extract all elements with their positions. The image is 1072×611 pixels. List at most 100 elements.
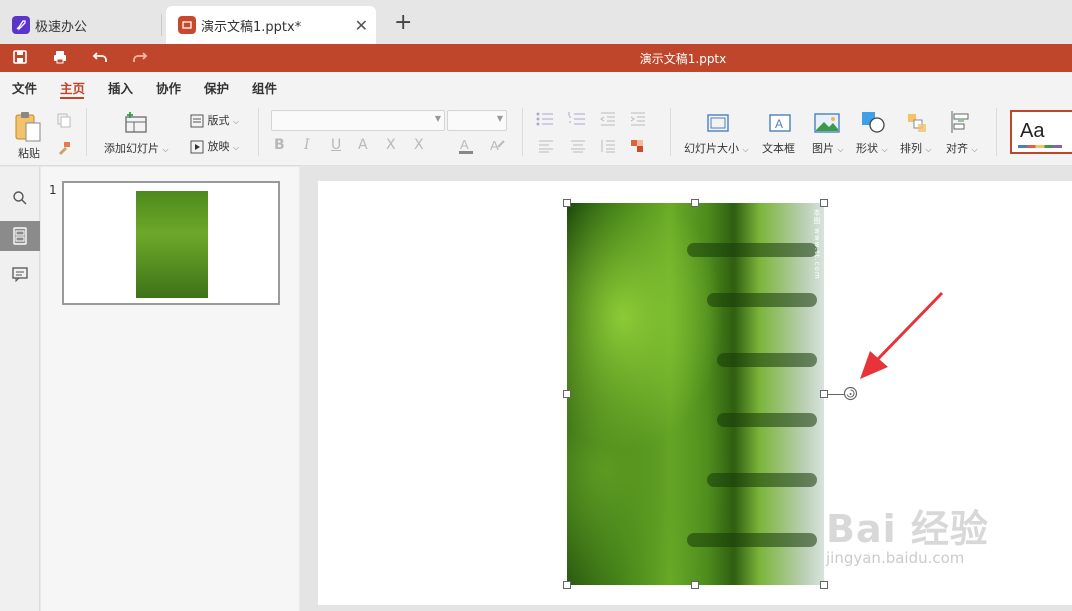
italic-button[interactable]: I: [304, 137, 310, 153]
picture-button[interactable]: 图片 ⌵: [812, 140, 844, 156]
rotate-handle-icon[interactable]: [843, 386, 858, 401]
play-label: 放映: [207, 140, 230, 153]
bold-button[interactable]: B: [274, 137, 285, 153]
line-spacing-icon[interactable]: [600, 139, 616, 156]
svg-text:A: A: [775, 117, 783, 131]
tea-row: [707, 293, 817, 307]
resize-handle-e[interactable]: [820, 390, 828, 398]
menu-file[interactable]: 文件: [12, 78, 37, 97]
slide-size-button[interactable]: 幻灯片大小 ⌵: [684, 140, 749, 156]
add-slide-icon[interactable]: [124, 112, 148, 137]
rail-comments[interactable]: [0, 259, 40, 289]
slide-number: 1: [49, 183, 57, 197]
annotation-arrow-icon: [860, 291, 944, 379]
decrease-indent-icon[interactable]: [600, 111, 616, 130]
svg-text:A: A: [490, 138, 499, 153]
tab-bar: 极速办公 演示文稿1.pptx* ✕ +: [0, 0, 1072, 44]
thumbnail-picture: [136, 191, 208, 298]
font-name-combo[interactable]: ▼: [271, 110, 445, 131]
shape-fill-icon[interactable]: [630, 139, 646, 156]
tea-row: [687, 243, 817, 257]
tab-divider: [161, 14, 162, 36]
ribbon-divider: [258, 108, 259, 156]
font-color-icon[interactable]: A: [458, 137, 480, 158]
layout-label: 版式: [207, 114, 230, 127]
font-size-combo[interactable]: ▼: [447, 110, 507, 131]
layout-button[interactable]: 版式 ⌵: [190, 112, 239, 128]
photo-watermark: 本图 www.tt.com: [813, 209, 821, 280]
menu-home[interactable]: 主页: [60, 78, 85, 97]
align-label: 对齐: [946, 142, 968, 155]
new-tab-icon[interactable]: +: [394, 10, 412, 35]
theme-color-strip: [1018, 145, 1062, 148]
resize-handle-w[interactable]: [563, 390, 571, 398]
align-icon[interactable]: [950, 110, 972, 137]
tab-label: 演示文稿1.pptx*: [201, 19, 302, 35]
slide-thumbnail[interactable]: [62, 181, 280, 305]
tea-row: [717, 353, 817, 367]
ribbon-divider: [86, 108, 87, 156]
baidu-watermark: Bai 经验 jingyan.baidu.com: [826, 498, 989, 567]
tab-home[interactable]: 极速办公: [0, 6, 160, 44]
resize-handle-s[interactable]: [691, 581, 699, 589]
ribbon-divider: [996, 108, 997, 156]
menu-components[interactable]: 组件: [252, 78, 277, 97]
arrange-icon[interactable]: [906, 112, 928, 137]
resize-handle-ne[interactable]: [820, 199, 828, 207]
chevron-down-icon: ▼: [434, 114, 441, 123]
paste-label: 粘贴: [18, 147, 40, 160]
slides-icon: [13, 227, 27, 245]
add-slide-button[interactable]: 添加幻灯片 ⌵: [104, 140, 169, 156]
close-icon[interactable]: ✕: [355, 16, 368, 35]
menu-collaborate[interactable]: 协作: [156, 78, 181, 97]
rocket-icon: [12, 16, 30, 34]
play-button[interactable]: 放映 ⌵: [190, 138, 239, 154]
align-button[interactable]: 对齐 ⌵: [946, 140, 978, 156]
resize-handle-se[interactable]: [820, 581, 828, 589]
highlight-icon[interactable]: A: [488, 137, 506, 158]
tab-document[interactable]: 演示文稿1.pptx* ✕: [166, 6, 376, 44]
theme-preview[interactable]: Aa: [1010, 110, 1072, 154]
picture-icon[interactable]: [814, 112, 840, 137]
shape-button[interactable]: 形状 ⌵: [856, 140, 888, 156]
strikethrough-button[interactable]: A: [358, 137, 368, 153]
textbox-label[interactable]: 文本框: [762, 140, 795, 156]
play-icon: [190, 140, 204, 154]
rail-slides[interactable]: [0, 221, 40, 251]
tea-field-picture[interactable]: 本图 www.tt.com: [567, 203, 824, 585]
increase-indent-icon[interactable]: [630, 111, 646, 130]
tea-row: [687, 533, 817, 547]
align-left-icon[interactable]: [538, 139, 554, 156]
resize-handle-sw[interactable]: [563, 581, 571, 589]
ribbon-divider: [670, 108, 671, 156]
subscript-button[interactable]: X: [414, 137, 424, 153]
menu-protect[interactable]: 保护: [204, 78, 229, 97]
picture-label: 图片: [812, 142, 834, 155]
resize-handle-n[interactable]: [691, 199, 699, 207]
align-center-icon[interactable]: [570, 139, 586, 156]
title-bar: 演示文稿1.pptx: [0, 44, 1072, 72]
format-painter-icon[interactable]: [56, 140, 72, 159]
ribbon-divider: [522, 108, 523, 156]
menu-insert[interactable]: 插入: [108, 78, 133, 97]
resize-handle-nw[interactable]: [563, 199, 571, 207]
comment-icon: [12, 267, 28, 282]
ribbon-toolbar: 粘贴 添加幻灯片 ⌵ 版式 ⌵ 放映 ⌵ ▼ ▼ B I U A X X A A: [0, 100, 1072, 166]
arrange-label: 排列: [900, 142, 922, 155]
rotation-connector: [828, 394, 844, 395]
shape-icon[interactable]: [860, 110, 886, 137]
active-menu-indicator: [60, 97, 84, 99]
paste-icon[interactable]: [14, 111, 42, 146]
svg-text:A: A: [460, 137, 469, 152]
numbered-list-icon[interactable]: [568, 111, 586, 130]
copy-icon[interactable]: [56, 112, 72, 131]
arrange-button[interactable]: 排列 ⌵: [900, 140, 932, 156]
underline-button[interactable]: U: [331, 137, 341, 153]
bullet-list-icon[interactable]: [536, 111, 554, 130]
rail-search[interactable]: [0, 183, 40, 213]
slide-size-icon[interactable]: [706, 112, 730, 137]
layout-icon: [190, 114, 204, 128]
superscript-button[interactable]: X: [386, 137, 396, 153]
slide-size-label: 幻灯片大小: [684, 142, 739, 155]
textbox-icon[interactable]: A: [768, 112, 792, 137]
